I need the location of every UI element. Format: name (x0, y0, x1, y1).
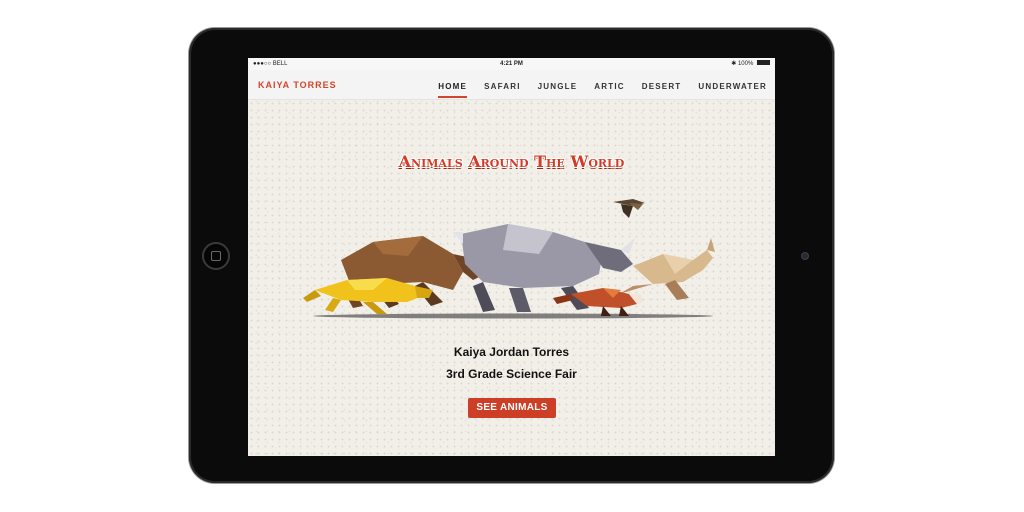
eagle-icon (613, 199, 645, 218)
project-subtitle: 3rd Grade Science Fair (446, 367, 577, 381)
tablet-screen: ●●●○○ BELL 4:21 PM ✱ 100% KAIYA TORRES H… (248, 58, 775, 456)
kangaroo-icon (619, 238, 715, 300)
nav-artic[interactable]: ARTIC (594, 82, 624, 98)
student-name: Kaiya Jordan Torres (453, 345, 570, 359)
top-navbar: KAIYA TORRES HOME SAFARI JUNGLE ARTIC DE… (248, 70, 775, 100)
nav-jungle[interactable]: JUNGLE (538, 82, 578, 98)
home-button[interactable] (202, 242, 230, 270)
site-brand[interactable]: KAIYA TORRES (258, 80, 337, 90)
nav-home[interactable]: HOME (438, 82, 468, 98)
nav-underwater[interactable]: UNDERWATER (698, 82, 767, 98)
battery-status: ✱ 100% (731, 58, 770, 70)
polygonal-animals-illustration (303, 199, 715, 319)
bluetooth-icon: ✱ (731, 61, 737, 67)
battery-percent: 100% (737, 61, 754, 67)
hero-title: Animals Around The World (398, 152, 625, 171)
nav-desert[interactable]: DESERT (642, 82, 682, 98)
home-square-icon (211, 251, 221, 261)
battery-icon (757, 59, 770, 65)
camera-icon (801, 252, 809, 260)
see-animals-button[interactable]: SEE ANIMALS (468, 398, 556, 418)
ground-shadow (313, 313, 713, 319)
status-bar: ●●●○○ BELL 4:21 PM ✱ 100% (248, 58, 775, 70)
status-time: 4:21 PM (500, 61, 523, 67)
cheetah-icon (303, 278, 433, 314)
nav-safari[interactable]: SAFARI (484, 82, 521, 98)
nav-links: HOME SAFARI JUNGLE ARTIC DESERT UNDERWAT… (438, 82, 767, 98)
